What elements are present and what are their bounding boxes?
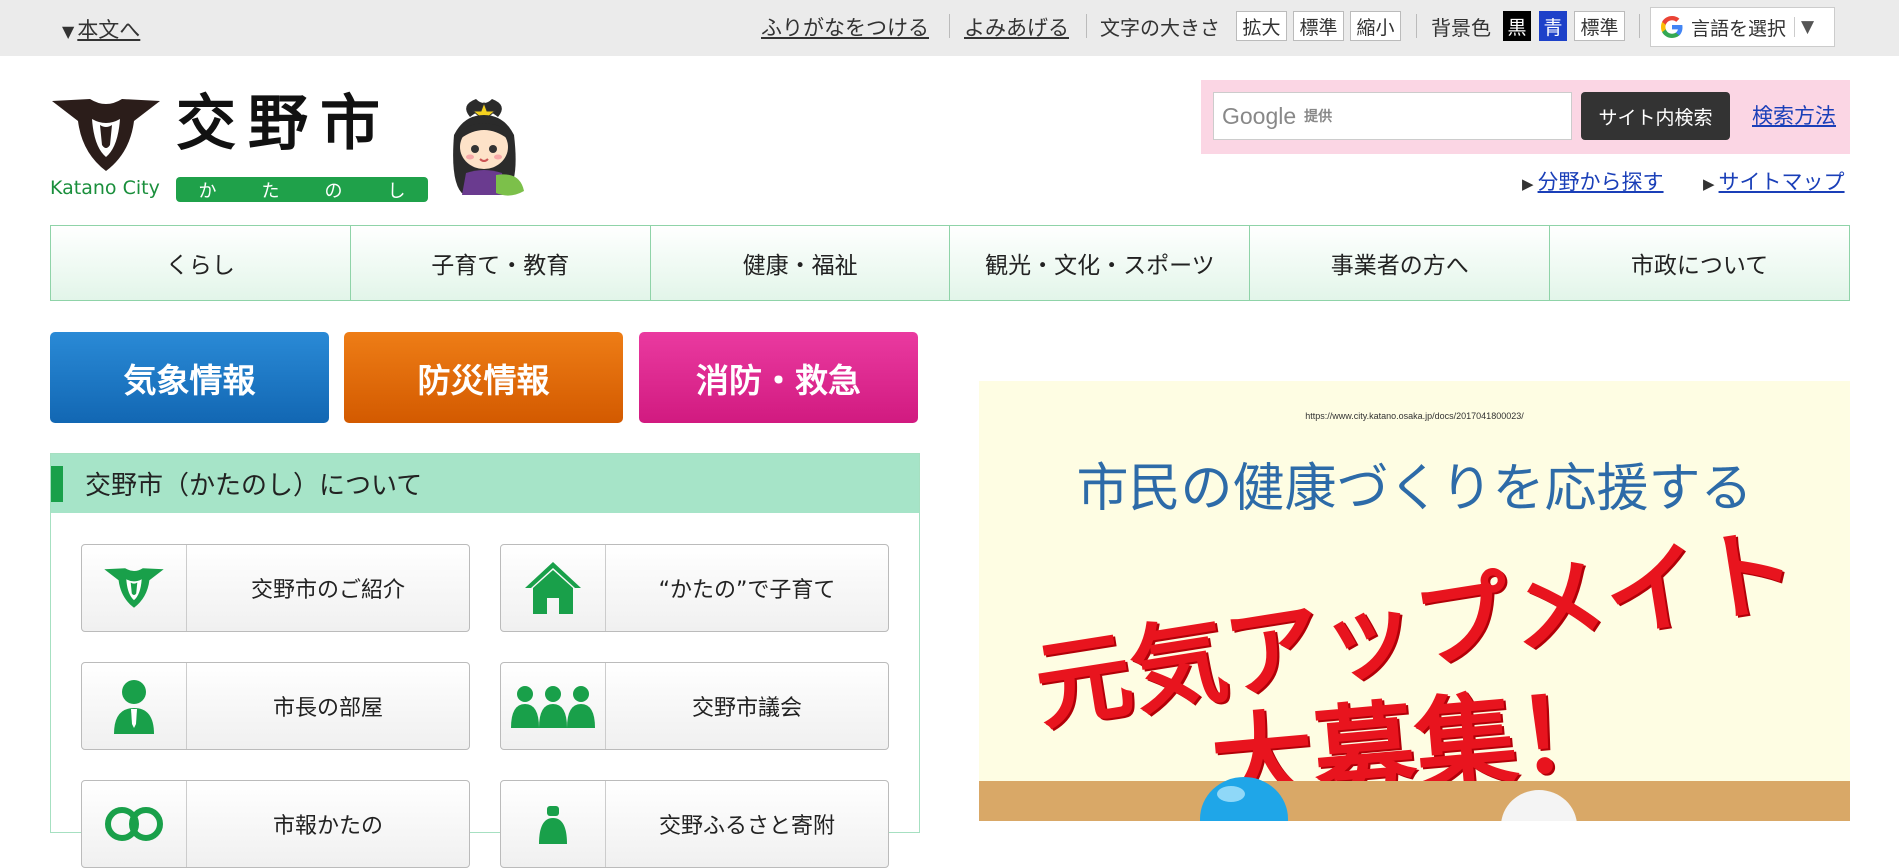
tile-label: 市報かたの (272, 814, 383, 839)
triangle-right-icon: ▶ (1703, 175, 1715, 193)
read-aloud-link[interactable]: よみあげる (964, 12, 1069, 42)
sitemap-link[interactable]: ▶ サイトマップ (1703, 166, 1845, 196)
browse-by-field-link[interactable]: ▶ 分野から探す (1522, 166, 1664, 196)
tile-icon-box (82, 781, 187, 867)
divider (949, 14, 950, 38)
bg-blue-button[interactable]: 青 (1539, 11, 1567, 41)
utility-bar: ▼ 本文へ ふりがなをつける よみあげる 文字の大きさ 拡大 標準 縮小 背景色 … (0, 0, 1899, 56)
nav-item-city-admin[interactable]: 市政について (1550, 226, 1849, 300)
banner-url: https://www.city.katano.osaka.jp/docs/20… (1305, 411, 1524, 421)
tile-icon-box (501, 781, 606, 867)
language-select[interactable]: 言語を選択 ▼ (1650, 7, 1835, 47)
search-help-link[interactable]: 検索方法 (1752, 100, 1836, 130)
about-panel-title: 交野市（かたのし）について (85, 471, 423, 501)
text-size-shrink-button[interactable]: 縮小 (1350, 11, 1401, 41)
nav-item-living[interactable]: くらし (51, 226, 351, 300)
tile-icon-box (82, 545, 187, 631)
header-accent-bar (51, 465, 63, 502)
house-icon (525, 562, 581, 614)
tile-label: “かたの”で子育て (658, 578, 836, 603)
text-size-standard-button[interactable]: 標準 (1293, 11, 1344, 41)
site-search: Google 提供 サイト内検索 検索方法 (1201, 80, 1850, 154)
city-crest-icon (52, 99, 160, 171)
tile-childcare[interactable]: “かたの”で子育て (500, 544, 889, 632)
search-button[interactable]: サイト内検索 (1581, 92, 1730, 140)
google-icon (1661, 16, 1683, 38)
kana-char: の (324, 180, 343, 202)
tile-icon-box (82, 663, 187, 749)
triangle-down-icon: ▼ (62, 22, 75, 41)
ball-image (1200, 777, 1288, 821)
weather-info-button[interactable]: 気象情報 (50, 332, 329, 423)
divider (1416, 14, 1417, 38)
tile-hometown-donation[interactable]: 交野ふるさと寄附 (500, 780, 889, 868)
mascot-icon (453, 99, 524, 196)
global-nav: くらし 子育て・教育 健康・福祉 観光・文化・スポーツ 事業者の方へ 市政につい… (50, 225, 1850, 301)
newsletter-icon (105, 807, 163, 841)
divider (1639, 14, 1640, 38)
banner-floor-image (979, 781, 1850, 821)
person-icon (114, 680, 154, 734)
bg-standard-button[interactable]: 標準 (1574, 11, 1625, 41)
sitemap-label: サイトマップ (1718, 170, 1845, 194)
nav-item-business[interactable]: 事業者の方へ (1250, 226, 1551, 300)
tile-label: 市長の部屋 (272, 696, 383, 721)
about-panel: 交野市（かたのし）について 交野市のご紹介 “かたの”で子育て 市長の部屋 交野… (50, 453, 920, 868)
language-select-label: 言語を選択 (1691, 17, 1787, 40)
nav-item-health[interactable]: 健康・福祉 (651, 226, 951, 300)
nav-item-tourism[interactable]: 観光・文化・スポーツ (950, 226, 1251, 300)
tile-icon-box (501, 663, 606, 749)
genki-up-mate-banner[interactable]: https://www.city.katano.osaka.jp/docs/20… (979, 381, 1850, 821)
kana-char: か (198, 180, 217, 202)
tile-label: 交野市のご紹介 (250, 578, 405, 603)
kana-char: し (387, 180, 406, 202)
text-size-enlarge-button[interactable]: 拡大 (1236, 11, 1287, 41)
donation-icon (539, 806, 567, 844)
skip-to-content[interactable]: ▼ 本文へ (62, 14, 140, 44)
google-sub-label: 提供 (1304, 109, 1333, 125)
nav-item-childcare[interactable]: 子育て・教育 (351, 226, 651, 300)
city-title: 交野市 (176, 89, 392, 159)
text-size-label: 文字の大きさ (1100, 16, 1220, 40)
divider (1086, 14, 1087, 38)
triangle-right-icon: ▶ (1522, 175, 1534, 193)
furigana-link[interactable]: ふりがなをつける (761, 12, 929, 42)
dropdown-arrow-icon: ▼ (1794, 17, 1814, 37)
bg-black-button[interactable]: 黒 (1503, 11, 1531, 41)
disaster-info-button[interactable]: 防災情報 (344, 332, 623, 423)
tile-label: 交野ふるさと寄附 (658, 814, 835, 839)
google-label: Google (1222, 102, 1297, 129)
kana-char: た (261, 180, 280, 202)
search-input[interactable]: Google 提供 (1213, 92, 1572, 140)
skip-link[interactable]: 本文へ (77, 18, 140, 42)
browse-by-field-label: 分野から探す (1537, 170, 1664, 194)
tile-label: 交野市議会 (691, 696, 802, 721)
about-panel-header: 交野市（かたのし）について (51, 454, 919, 513)
tile-city-newsletter[interactable]: 市報かたの (81, 780, 470, 868)
fire-emergency-button[interactable]: 消防・救急 (639, 332, 918, 423)
group-icon (511, 686, 595, 728)
city-title-kana: か た の し (176, 177, 428, 202)
tile-mayor[interactable]: 市長の部屋 (81, 662, 470, 750)
city-title-en: Katano City (50, 177, 160, 199)
tile-city-intro[interactable]: 交野市のご紹介 (81, 544, 470, 632)
city-crest-icon (104, 568, 164, 608)
bg-color-label: 背景色 (1431, 16, 1491, 40)
tile-icon-box (501, 545, 606, 631)
tile-city-council[interactable]: 交野市議会 (500, 662, 889, 750)
